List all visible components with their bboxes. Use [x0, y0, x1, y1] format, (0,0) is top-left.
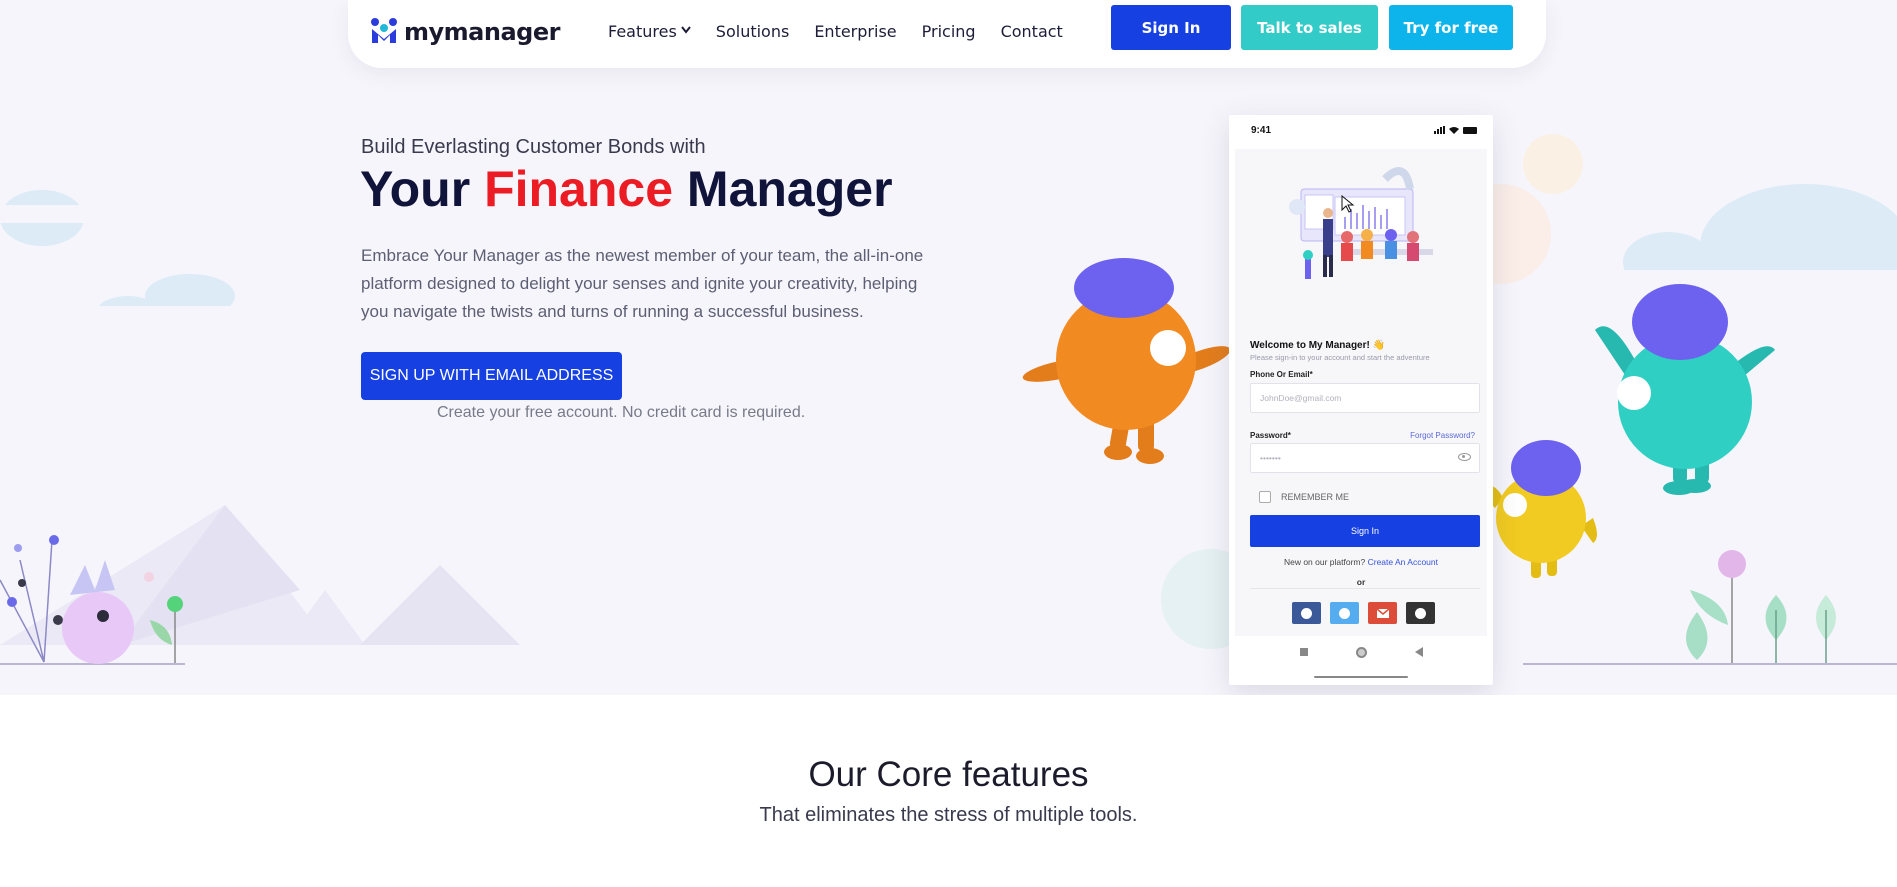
forgot-password-link[interactable]: Forgot Password? — [1410, 431, 1475, 440]
nav-solutions[interactable]: Solutions — [716, 22, 790, 41]
cursor-icon — [1341, 195, 1355, 213]
github-icon — [1415, 607, 1426, 619]
nav-contact[interactable]: Contact — [1001, 22, 1063, 41]
sign-in-button[interactable]: Sign In — [1111, 5, 1231, 50]
features-title: Our Core features — [808, 755, 1089, 794]
nav-pricing[interactable]: Pricing — [922, 22, 976, 41]
create-account-link[interactable]: Create An Account — [1368, 557, 1438, 567]
email-label: Phone Or Email* — [1250, 370, 1313, 379]
orange-mascot-illustration — [1022, 258, 1231, 464]
nav-enterprise[interactable]: Enterprise — [814, 22, 896, 41]
password-field[interactable]: ••••••• — [1250, 443, 1480, 473]
nav-features-label: Features — [608, 22, 677, 41]
mail-icon — [1376, 608, 1389, 618]
hero-description: Embrace Your Manager as the newest membe… — [361, 246, 924, 321]
remember-label: REMEMBER ME — [1281, 492, 1350, 502]
nav-links: Features Solutions Enterprise Pricing Co… — [608, 22, 1088, 41]
logo-icon — [371, 18, 397, 43]
email-field[interactable]: JohnDoe@gmail.com — [1250, 383, 1480, 413]
phone-mockup: 9:41 Welcome to My Manager! 👋 Please sig… — [1229, 115, 1493, 685]
battery-icon — [1463, 126, 1477, 134]
hero-section: mymanager Features Solutions Enterprise … — [0, 0, 1897, 695]
welcome-title: Welcome to My Manager! 👋 — [1250, 340, 1386, 351]
password-label: Password* — [1250, 431, 1291, 440]
welcome-subtitle: Please sign-in to your account and start… — [1250, 353, 1430, 362]
facebook-icon — [1301, 607, 1312, 619]
twitter-login-button[interactable] — [1330, 602, 1359, 624]
wifi-icon — [1449, 127, 1459, 134]
team-meeting-illustration — [1289, 167, 1433, 279]
email-login-button[interactable] — [1368, 602, 1397, 624]
brand-logo[interactable]: mymanager — [370, 15, 560, 49]
teal-mascot-illustration — [1595, 284, 1775, 495]
signal-icon — [1434, 126, 1445, 134]
email-placeholder: JohnDoe@gmail.com — [1260, 393, 1342, 403]
phone-time: 9:41 — [1251, 125, 1272, 136]
back-icon[interactable] — [1414, 647, 1423, 657]
divider-line — [1250, 588, 1480, 589]
eye-icon[interactable] — [1458, 453, 1471, 461]
logo-text: mymanager — [404, 18, 560, 46]
phone-sign-in-button[interactable]: Sign In — [1250, 515, 1480, 547]
yellow-mascot-illustration — [1475, 440, 1597, 578]
remember-me[interactable]: REMEMBER ME — [1259, 491, 1349, 503]
new-prefix: New on our platform? — [1283, 557, 1368, 567]
chevron-down-icon — [681, 26, 691, 37]
recents-icon[interactable] — [1299, 648, 1308, 656]
features-subtitle: That eliminates the stress of multiple t… — [759, 804, 1138, 826]
status-icons — [1434, 126, 1477, 134]
social-logins — [1292, 602, 1435, 624]
cta-note: Create your free account. No credit card… — [437, 404, 806, 421]
password-placeholder: ••••••• — [1260, 453, 1281, 463]
or-divider: or — [1356, 577, 1366, 587]
headline-part2: Manager — [673, 161, 893, 217]
phone-screen: Welcome to My Manager! 👋 Please sign-in … — [1235, 149, 1487, 642]
facebook-login-button[interactable] — [1292, 602, 1321, 624]
signup-email-button[interactable]: SIGN UP WITH EMAIL ADDRESS — [361, 352, 622, 400]
github-login-button[interactable] — [1406, 602, 1435, 624]
phone-bottom-nav — [1235, 636, 1487, 668]
twitter-icon — [1339, 607, 1350, 619]
home-indicator — [1314, 676, 1408, 678]
new-account-prompt: New on our platform? Create An Account — [1235, 557, 1487, 567]
hero-headline: Your Finance Manager — [360, 160, 893, 218]
remember-checkbox[interactable] — [1259, 491, 1271, 503]
top-navbar: mymanager Features Solutions Enterprise … — [348, 0, 1546, 68]
nav-features[interactable]: Features — [608, 22, 691, 41]
headline-part1: Your — [360, 161, 485, 217]
hero-subheadline: Build Everlasting Customer Bonds with — [361, 136, 706, 158]
talk-to-sales-button[interactable]: Talk to sales — [1241, 5, 1378, 50]
try-for-free-button[interactable]: Try for free — [1389, 5, 1513, 50]
headline-accent: Finance — [484, 161, 674, 217]
home-icon[interactable] — [1355, 646, 1367, 658]
